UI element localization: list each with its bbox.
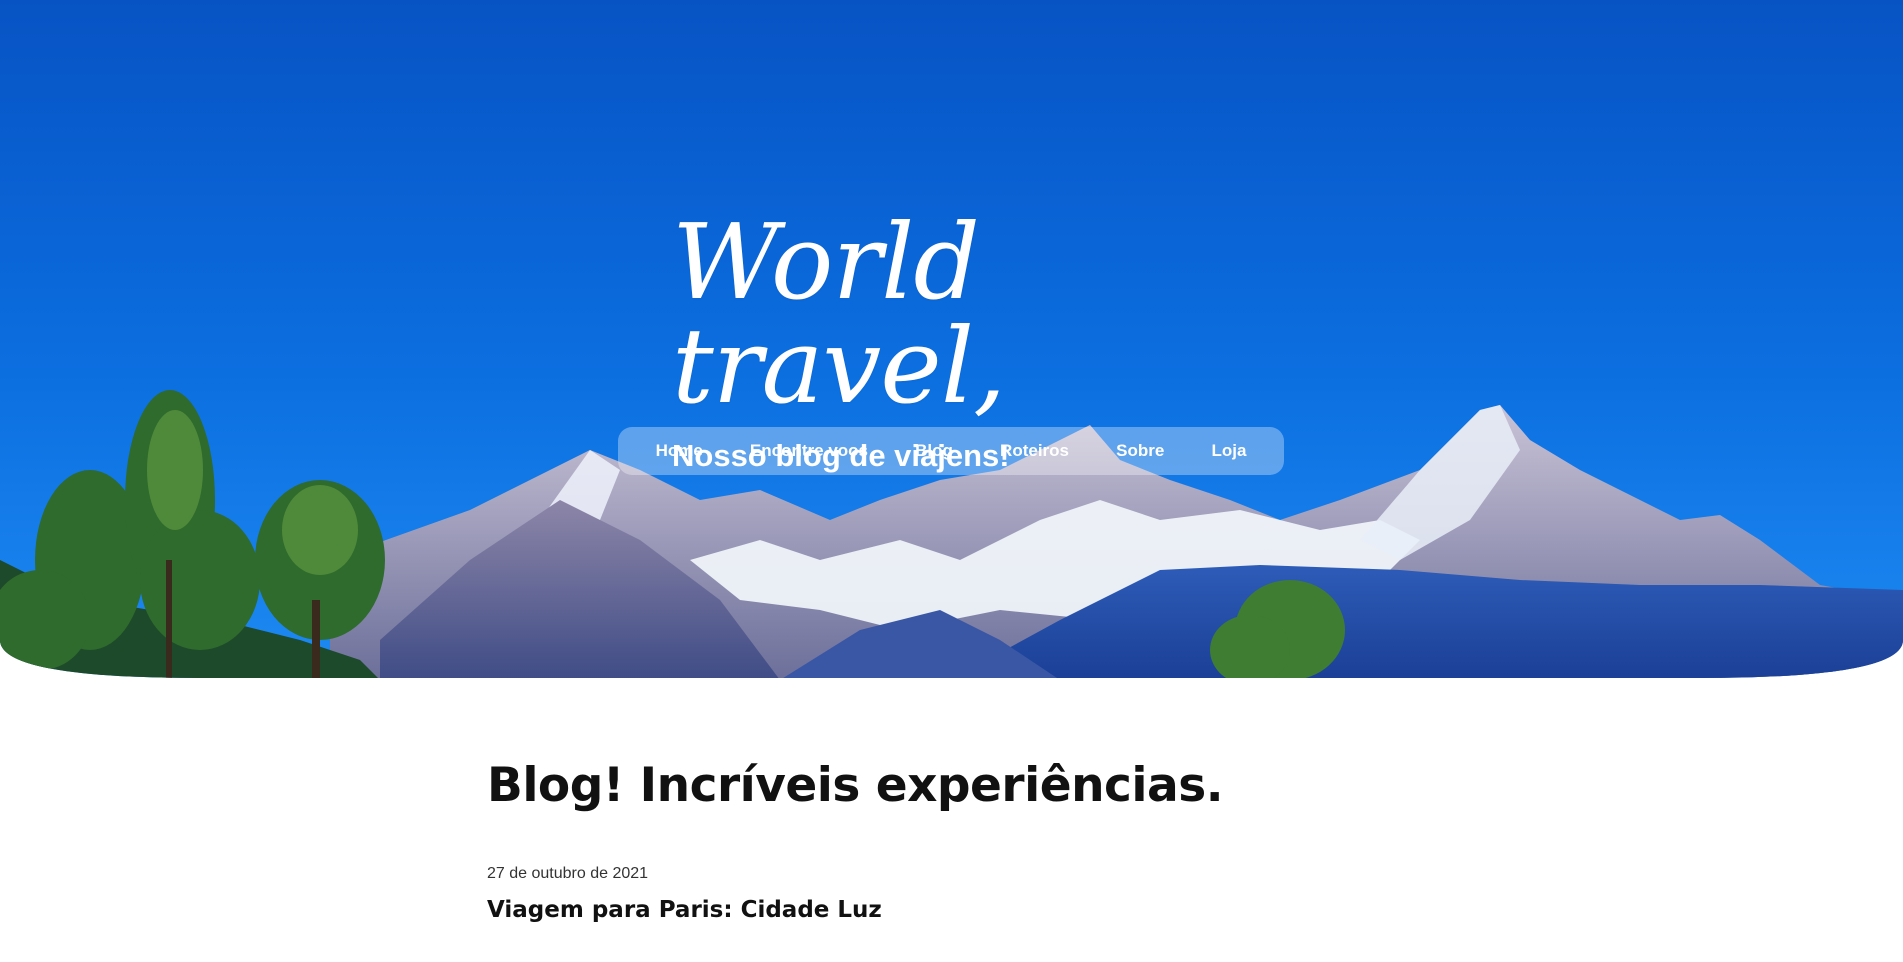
site-logo[interactable]: World travel,	[672, 210, 1292, 418]
main-nav: Home Encontre voos Blog Roteiros Sobre L…	[618, 427, 1284, 475]
blog-heading: Blog! Incríveis experiências.	[487, 758, 1224, 813]
nav-item-loja[interactable]: Loja	[1211, 441, 1246, 461]
blog-post: 27 de outubro de 2021 Viagem para Paris:…	[487, 865, 1417, 923]
nav-item-blog[interactable]: Blog	[915, 441, 953, 461]
blog-section: Blog! Incríveis experiências. 27 de outu…	[487, 758, 1417, 923]
nav-item-roteiros[interactable]: Roteiros	[1000, 441, 1069, 461]
nav-item-encontre-voos[interactable]: Encontre voos	[750, 441, 868, 461]
nav-item-home[interactable]: Home	[656, 441, 703, 461]
hero-banner: World travel, Nosso blog de viajens! Hom…	[0, 0, 1903, 680]
nav-item-sobre[interactable]: Sobre	[1116, 441, 1164, 461]
post-title-link[interactable]: Viagem para Paris: Cidade Luz	[487, 897, 1417, 923]
post-date: 27 de outubro de 2021	[487, 865, 649, 882]
